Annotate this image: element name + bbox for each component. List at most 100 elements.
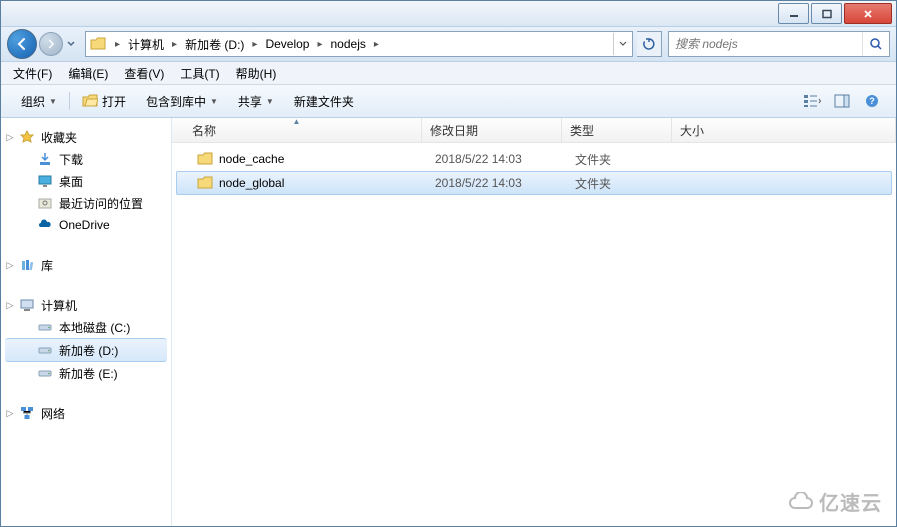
menu-view[interactable]: 查看(V) <box>116 62 172 84</box>
column-name[interactable]: ▲ 名称 <box>172 118 422 142</box>
new-folder-button[interactable]: 新建文件夹 <box>284 85 364 117</box>
menu-tools[interactable]: 工具(T) <box>172 62 227 84</box>
minimize-button[interactable] <box>778 3 809 24</box>
toolbar: 组织▼ 打开 包含到库中▼ 共享 ▼ 新建文件夹 ? <box>1 85 896 118</box>
arrow-right-icon <box>46 39 56 49</box>
address-bar[interactable]: ▸ 计算机 ▸ 新加卷 (D:) ▸ Develop ▸ nodejs ▸ <box>85 31 633 57</box>
onedrive-item[interactable]: OneDrive <box>1 214 171 236</box>
chevron-down-icon <box>67 41 75 47</box>
breadcrumb-segment[interactable]: 计算机 <box>125 32 167 56</box>
back-button[interactable] <box>7 29 37 59</box>
favorites-group[interactable]: ▷ 收藏夹 <box>1 126 171 148</box>
drive-c-item[interactable]: 本地磁盘 (C:) <box>1 316 171 338</box>
recent-places-item[interactable]: 最近访问的位置 <box>1 192 171 214</box>
chevron-down-icon: ▼ <box>49 97 57 106</box>
breadcrumb-separator: ▸ <box>312 39 327 50</box>
file-row[interactable]: node_cache2018/5/22 14:03文件夹 <box>176 147 892 171</box>
menubar: 文件(F) 编辑(E) 查看(V) 工具(T) 帮助(H) <box>1 62 896 85</box>
collapse-toggle[interactable]: ▷ <box>5 132 15 143</box>
collapse-toggle[interactable]: ▷ <box>5 260 15 271</box>
file-type: 文件夹 <box>567 175 677 192</box>
file-name-cell: node_global <box>177 176 427 190</box>
column-headers: ▲ 名称 修改日期 类型 大小 <box>172 118 896 143</box>
menu-edit[interactable]: 编辑(E) <box>60 62 116 84</box>
chevron-down-icon <box>619 41 627 47</box>
address-dropdown[interactable] <box>613 33 632 55</box>
menu-help[interactable]: 帮助(H) <box>228 62 285 84</box>
open-label: 打开 <box>102 93 126 110</box>
column-date-label: 修改日期 <box>430 122 478 139</box>
search-button[interactable] <box>862 32 889 56</box>
watermark: 亿速云 <box>787 487 882 516</box>
column-size-label: 大小 <box>680 122 704 139</box>
search-icon <box>869 37 883 51</box>
close-button[interactable] <box>844 3 892 24</box>
organize-button[interactable]: 组织▼ <box>11 85 67 117</box>
computer-icon <box>19 297 35 313</box>
libraries-label: 库 <box>41 257 53 274</box>
share-button[interactable]: 共享 ▼ <box>228 85 284 117</box>
file-name-cell: node_cache <box>177 152 427 166</box>
share-label: 共享 <box>238 93 262 110</box>
drive-e-item[interactable]: 新加卷 (E:) <box>1 362 171 384</box>
column-size[interactable]: 大小 <box>672 118 896 142</box>
chevron-down-icon: ▼ <box>266 97 274 106</box>
recent-icon <box>37 195 53 211</box>
titlebar <box>1 1 896 27</box>
svg-text:?: ? <box>869 96 875 106</box>
file-date: 2018/5/22 14:03 <box>427 176 567 190</box>
maximize-button[interactable] <box>811 3 842 24</box>
drive-icon <box>37 342 53 358</box>
network-group[interactable]: ▷ 网络 <box>1 402 171 424</box>
breadcrumb-separator: ▸ <box>247 39 262 50</box>
file-row[interactable]: node_global 2018/5/22 14:03文件夹 <box>176 171 892 195</box>
menu-file[interactable]: 文件(F) <box>5 62 60 84</box>
history-dropdown[interactable] <box>65 34 77 54</box>
search-input[interactable] <box>669 37 862 51</box>
include-in-library-button[interactable]: 包含到库中▼ <box>136 85 228 117</box>
network-icon <box>19 405 35 421</box>
open-button[interactable]: 打开 <box>72 85 136 117</box>
file-name: node_global <box>219 176 284 190</box>
downloads-item[interactable]: 下载 <box>1 148 171 170</box>
column-type[interactable]: 类型 <box>562 118 672 142</box>
collapse-toggle[interactable]: ▷ <box>5 408 15 419</box>
open-folder-icon <box>82 94 98 108</box>
breadcrumb-segment[interactable]: Develop <box>262 32 312 56</box>
libraries-group[interactable]: ▷ 库 <box>1 254 171 276</box>
view-mode-button[interactable] <box>798 89 826 113</box>
favorites-icon <box>19 129 35 145</box>
desktop-item[interactable]: 桌面 <box>1 170 171 192</box>
chevron-down-icon: ▼ <box>210 97 218 106</box>
desktop-label: 桌面 <box>59 173 83 190</box>
refresh-icon <box>642 37 656 51</box>
refresh-button[interactable] <box>637 31 662 57</box>
drive-d-item[interactable]: 新加卷 (D:) <box>5 338 167 362</box>
breadcrumb-separator: ▸ <box>110 39 125 50</box>
file-list[interactable]: node_cache 2018/5/22 14:03文件夹 node_global 2… <box>172 143 896 527</box>
collapse-toggle[interactable]: ▷ <box>5 300 15 311</box>
help-button[interactable]: ? <box>858 89 886 113</box>
cloud-icon <box>787 492 815 512</box>
drive-c-label: 本地磁盘 (C:) <box>59 319 130 336</box>
newfolder-label: 新建文件夹 <box>294 93 354 110</box>
breadcrumb-segment[interactable]: 新加卷 (D:) <box>182 32 247 56</box>
search-box[interactable] <box>668 31 890 57</box>
list-view-icon <box>803 94 821 108</box>
onedrive-icon <box>37 217 53 233</box>
preview-pane-button[interactable] <box>828 89 856 113</box>
forward-button[interactable] <box>39 32 63 56</box>
folder-icon <box>197 152 213 166</box>
file-name: node_cache <box>219 152 284 166</box>
breadcrumb-segment[interactable]: nodejs <box>328 32 369 56</box>
column-date[interactable]: 修改日期 <box>422 118 562 142</box>
file-date: 2018/5/22 14:03 <box>427 152 567 166</box>
separator <box>69 92 70 110</box>
drive-icon <box>37 365 53 381</box>
body: ▷ 收藏夹 下载 桌面 最近访问的位置 One <box>1 118 896 527</box>
arrow-left-icon <box>15 37 29 51</box>
favorites-label: 收藏夹 <box>41 129 77 146</box>
computer-group[interactable]: ▷ 计算机 <box>1 294 171 316</box>
navbar: ▸ 计算机 ▸ 新加卷 (D:) ▸ Develop ▸ nodejs ▸ <box>1 27 896 62</box>
recent-label: 最近访问的位置 <box>59 195 143 212</box>
